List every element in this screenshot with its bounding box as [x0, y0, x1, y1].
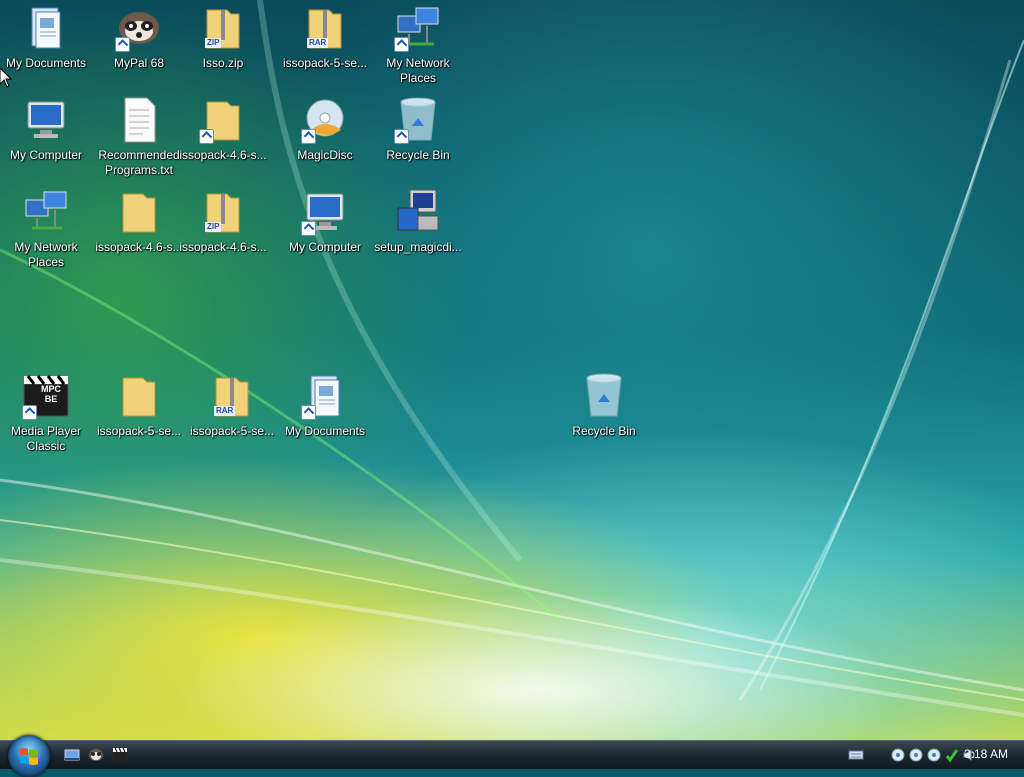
recycle-bin-icon	[580, 372, 628, 420]
shortcut-arrow-icon	[301, 405, 316, 420]
desktop-icon-issopack-4.6-zip[interactable]: ZIP issopack-4.6-s...	[177, 188, 269, 255]
desktop-icon-label: issopack-5-se...	[96, 424, 182, 438]
desktop-icon-label: My Network Places	[14, 240, 78, 269]
mpc-be-tag: MPC BE	[41, 384, 61, 404]
desktop-icon-recycle-bin-2[interactable]: Recycle Bin	[558, 372, 650, 439]
desktop-icon-issopack-5-rar-2[interactable]: RAR issopack-5-se...	[186, 372, 278, 439]
shortcut-arrow-icon	[394, 37, 409, 52]
my-documents-icon	[22, 4, 70, 52]
desktop-icon-label: My Network Places	[386, 56, 450, 85]
desktop-icon-label: Media Player Classic	[10, 424, 82, 453]
desktop-icon-label: Recommended Programs.txt	[98, 148, 180, 177]
zip-tag: ZIP	[205, 38, 222, 48]
desktop-icon-setup-magicdisc[interactable]: setup_magicdi...	[372, 188, 464, 255]
start-button[interactable]	[8, 735, 50, 777]
desktop-icon-label: issopack-5-se...	[189, 424, 275, 438]
desktop-icon-label: Isso.zip	[202, 56, 244, 70]
network-icon	[394, 4, 442, 52]
desktop-icon-label: issopack-4.6-s...	[95, 240, 183, 254]
rar-tag: RAR	[307, 38, 329, 48]
desktop-icon-label: MyPal 68	[113, 56, 165, 70]
folder-icon	[115, 188, 163, 236]
my-documents-icon	[301, 372, 349, 420]
taskbar-clock[interactable]: 3:18 AM	[964, 747, 1008, 761]
desktop-icon-issopack-4.6-shortcut[interactable]: issopack-4.6-s...	[177, 96, 269, 163]
mpc-be-icon: MPC BE	[22, 372, 70, 420]
shortcut-arrow-icon	[115, 37, 130, 52]
magicdisc-icon	[301, 96, 349, 144]
desktop-icon-issopack-4.6-folder[interactable]: issopack-4.6-s...	[93, 188, 185, 255]
computer-icon	[301, 188, 349, 236]
windows-start-orb-icon	[20, 748, 38, 765]
system-tray: 3:18 AM	[824, 741, 1024, 769]
recycle-bin-icon	[394, 96, 442, 144]
desktop-icon-my-documents[interactable]: My Documents	[0, 4, 92, 71]
security-icon[interactable]	[944, 747, 960, 763]
desktop-icon-isso-zip[interactable]: ZIP Isso.zip	[177, 4, 269, 71]
desktop-icon-my-computer-2[interactable]: My Computer	[279, 188, 371, 255]
rar-folder-icon: RAR	[301, 4, 349, 52]
rar-tag: RAR	[214, 406, 236, 416]
desktop-icon-my-documents-2[interactable]: My Documents	[279, 372, 371, 439]
desktop-icon-label: setup_magicdi...	[374, 240, 462, 254]
taskbar: 3:18 AM	[0, 735, 1024, 777]
folder-icon	[115, 372, 163, 420]
shortcut-arrow-icon	[22, 405, 37, 420]
zip-folder-icon: ZIP	[199, 4, 247, 52]
desktop-icon-recommended-programs[interactable]: Recommended Programs.txt	[93, 96, 185, 178]
network-icon[interactable]	[890, 747, 906, 763]
desktop-icon-label: Recycle Bin	[572, 424, 636, 438]
desktop-icon-label: My Documents	[5, 56, 87, 70]
network-icon[interactable]	[908, 747, 924, 763]
network-icon	[22, 188, 70, 236]
desktop-icon-label: My Computer	[9, 148, 83, 162]
mouse-cursor-icon	[0, 68, 12, 88]
desktop-icon-my-computer[interactable]: My Computer	[0, 96, 92, 163]
desktop-icon-label: My Documents	[284, 424, 366, 438]
desktop-icon-issopack-5-rar[interactable]: RAR issopack-5-se...	[279, 4, 371, 71]
mypal-icon	[115, 4, 163, 52]
desktop-icon-media-player-classic[interactable]: MPC BE Media Player Classic	[0, 372, 92, 454]
text-file-icon	[115, 96, 163, 144]
desktop-icon-magicdisc[interactable]: MagicDisc	[279, 96, 371, 163]
computer-icon	[22, 96, 70, 144]
zip-folder-icon: ZIP	[199, 188, 247, 236]
desktop-icon-label: issopack-4.6-s...	[179, 148, 267, 162]
network-icon[interactable]	[926, 747, 942, 763]
mpc-be-icon[interactable]	[112, 747, 128, 763]
shortcut-arrow-icon	[301, 129, 316, 144]
keyboard-icon[interactable]	[848, 747, 864, 763]
desktop-icon-my-network-places-2[interactable]: My Network Places	[0, 188, 92, 270]
desktop-icon-issopack-5-folder[interactable]: issopack-5-se...	[93, 372, 185, 439]
desktop-icon-my-network-places[interactable]: My Network Places	[372, 4, 464, 86]
desktop: My Documents MyPal 68 ZIP Isso.zip RAR i…	[0, 0, 1024, 740]
shortcut-arrow-icon	[394, 129, 409, 144]
desktop-icon-recycle-bin[interactable]: Recycle Bin	[372, 96, 464, 163]
folder-shortcut-icon	[199, 96, 247, 144]
desktop-icon-label: Recycle Bin	[386, 148, 450, 162]
shortcut-arrow-icon	[301, 221, 316, 236]
rar-folder-icon: RAR	[208, 372, 256, 420]
desktop-icon-label: issopack-5-se...	[282, 56, 368, 70]
installer-icon	[394, 188, 442, 236]
show-desktop-icon[interactable]	[64, 747, 80, 763]
desktop-icon-label: My Computer	[288, 240, 362, 254]
desktop-icon-mypal[interactable]: MyPal 68	[93, 4, 185, 71]
shortcut-arrow-icon	[199, 129, 214, 144]
desktop-icon-label: issopack-4.6-s...	[179, 240, 267, 254]
desktop-icon-label: MagicDisc	[297, 148, 353, 162]
zip-tag: ZIP	[205, 222, 222, 232]
mypal-icon[interactable]	[88, 747, 104, 763]
